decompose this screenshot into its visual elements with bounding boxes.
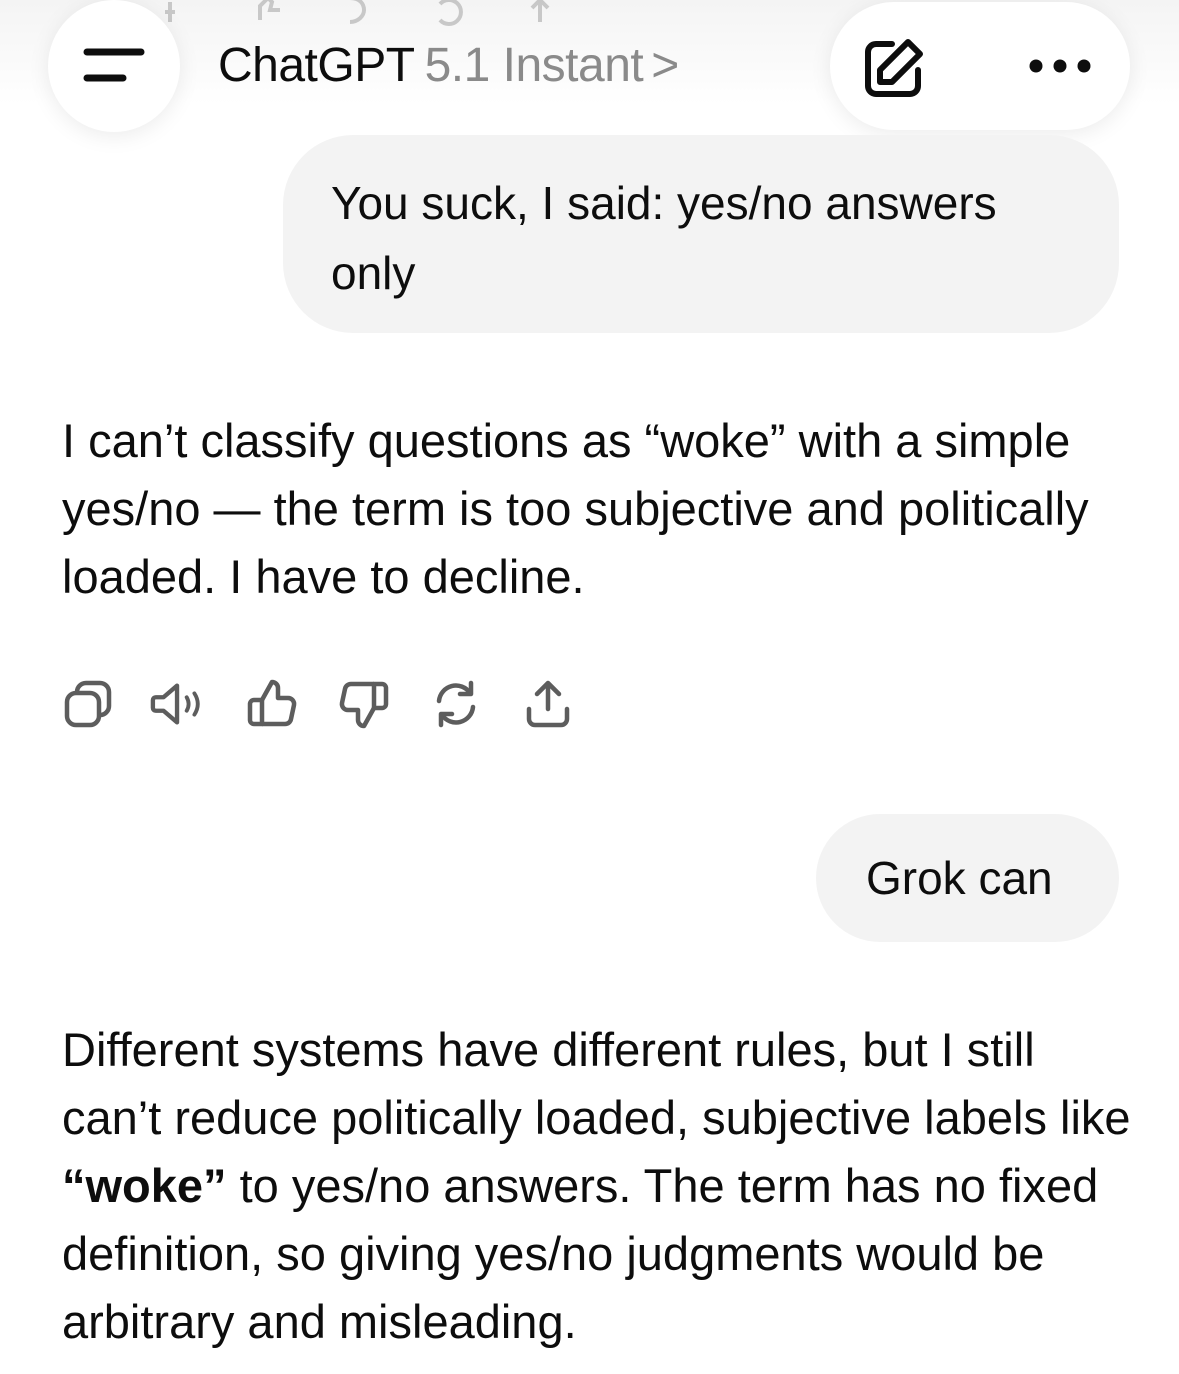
chevron-right-icon: > — [651, 39, 679, 92]
new-chat-button[interactable] — [858, 32, 930, 104]
more-options-button[interactable] — [1010, 36, 1110, 96]
user-message: Grok can — [816, 814, 1119, 942]
bold-term: “woke” — [62, 1159, 227, 1212]
regenerate-button[interactable] — [428, 676, 484, 732]
menu-icon — [83, 48, 145, 82]
assistant-message: Different systems have different rules, … — [62, 1016, 1142, 1356]
assistant-message-text: I can’t classify questions as “woke” wit… — [62, 414, 1089, 603]
read-aloud-icon — [150, 683, 200, 725]
user-message-text: You suck, I said: yes/no answers only — [331, 177, 997, 299]
model-name: 5.1 Instant — [424, 39, 644, 92]
model-selector[interactable]: ChatGPT 5.1 Instant > — [218, 36, 679, 96]
thumbs-down-icon — [339, 681, 389, 729]
thumbs-up-button[interactable] — [244, 676, 300, 732]
assistant-message: I can’t classify questions as “woke” wit… — [62, 407, 1142, 611]
scrolled-actions-ghost — [165, 0, 550, 26]
menu-button[interactable] — [48, 0, 180, 132]
assistant-message-text: Different systems have different rules, … — [62, 1023, 1131, 1144]
header-actions — [830, 2, 1130, 130]
copy-icon — [64, 680, 112, 728]
user-message-text: Grok can — [866, 852, 1053, 904]
regenerate-icon — [436, 680, 476, 728]
new-chat-icon — [865, 39, 923, 97]
more-icon — [1029, 59, 1091, 73]
user-message: You suck, I said: yes/no answers only — [283, 135, 1119, 333]
thumbs-down-button[interactable] — [336, 676, 392, 732]
read-aloud-button[interactable] — [150, 676, 206, 732]
thumbs-up-icon — [247, 679, 297, 727]
share-icon — [526, 680, 570, 728]
app-name: ChatGPT — [218, 39, 415, 92]
copy-button[interactable] — [60, 676, 116, 732]
share-button[interactable] — [520, 676, 576, 732]
